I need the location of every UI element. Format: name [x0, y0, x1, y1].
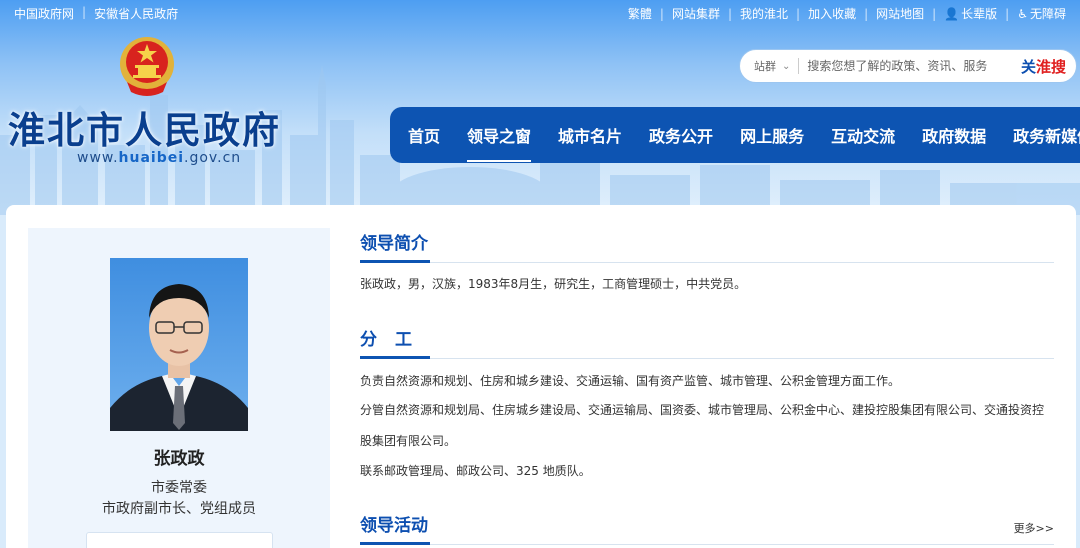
separator: | [659, 6, 664, 21]
link-add-favorite[interactable]: 加入收藏 [808, 5, 856, 22]
section-title-intro: 领导简介 [360, 229, 430, 263]
nav-item-new-media[interactable]: 政务新媒体 [1013, 123, 1080, 147]
header-banner: 中国政府网 | 安徽省人民政府 繁體 | 网站集群 | 我的淮北 | 加入收藏 … [0, 0, 1080, 215]
url-prefix: www. [77, 150, 119, 166]
url-suffix: .gov.cn [184, 150, 242, 166]
more-activities-link[interactable]: 更多>> [1014, 520, 1054, 536]
site-url: www.huaibei.gov.cn [77, 150, 241, 166]
top-links-left: 中国政府网 | 安徽省人民政府 [14, 5, 178, 22]
elder-version-link[interactable]: 👤 长辈版 [944, 5, 997, 22]
top-links-right: 繁體 | 网站集群 | 我的淮北 | 加入收藏 | 网站地图 | 👤 长辈版 | … [628, 5, 1066, 22]
brand-part1: 关 [1020, 57, 1036, 76]
content-panel: 张政政 市委常委 市政府副市长、党组成员 领导简介 张政政，男，汉族，1983年… [6, 205, 1076, 548]
leader-profile-card: 张政政 市委常委 市政府副市长、党组成员 [28, 228, 330, 548]
search-button[interactable]: 关淮搜 [1021, 56, 1066, 77]
accessibility-label: 无障碍 [1029, 7, 1066, 21]
accessibility-icon: ♿ [1017, 7, 1028, 21]
link-traditional[interactable]: 繁體 [628, 5, 652, 22]
link-site-group[interactable]: 网站集群 [672, 5, 720, 22]
search-input[interactable] [807, 59, 998, 73]
brand-part3: 搜 [1050, 57, 1066, 76]
search-scope-select[interactable]: 站群 ⌄ [754, 58, 790, 74]
nav-item-online-service[interactable]: 网上服务 [740, 123, 804, 147]
nav-item-leaders[interactable]: 领导之窗 [467, 123, 532, 162]
nav-item-city-card[interactable]: 城市名片 [558, 123, 622, 147]
separator: | [1005, 6, 1010, 21]
chevron-down-icon: ⌄ [782, 60, 791, 72]
accessibility-link[interactable]: ♿ 无障碍 [1017, 5, 1066, 22]
duty-line-3: 股集团有限公司。 [360, 434, 457, 448]
nav-item-interaction[interactable]: 互动交流 [831, 123, 895, 147]
link-anhui-gov[interactable]: 安徽省人民政府 [94, 5, 178, 22]
profile-box [86, 532, 273, 548]
duty-line-2: 分管自然资源和规划局、住房城乡建设局、交通运输局、国资委、城市管理局、公积金中心… [360, 403, 1045, 417]
section-header-duty: 分工 [360, 325, 1054, 359]
separator: | [82, 5, 87, 19]
brand-part2: 淮 [1035, 57, 1051, 76]
duty-line-1: 负责自然资源和规划、住房和城乡建设、交通运输、国有资产监管、城市管理、公积金管理… [360, 374, 901, 388]
intro-text: 张政政，男，汉族，1983年8月生，研究生，工商管理硕士，中共党员。 [360, 277, 747, 291]
url-highlight: huaibei [118, 150, 185, 166]
portrait-image [110, 284, 248, 431]
link-central-gov[interactable]: 中国政府网 [14, 5, 74, 22]
nav-item-gov-data[interactable]: 政府数据 [922, 123, 986, 147]
search-bar: 站群 ⌄ 关淮搜 [739, 49, 1077, 83]
separator: | [932, 6, 937, 21]
nav-item-home[interactable]: 首页 [408, 123, 440, 147]
separator: | [864, 6, 869, 21]
section-header-activity: 领导活动 更多>> [360, 511, 1054, 545]
leader-name: 张政政 [153, 449, 205, 469]
duty-line-4: 联系邮政管理局、邮政公司、325 地质队。 [360, 464, 591, 478]
elder-version-label: 长辈版 [961, 7, 998, 21]
leader-photo [110, 258, 248, 431]
leader-title-1: 市委常委 [151, 480, 207, 496]
elder-icon: 👤 [944, 7, 960, 21]
search-scope-label: 站群 [754, 60, 776, 73]
section-header-intro: 领导简介 [360, 229, 1054, 263]
nav-item-gov-open[interactable]: 政务公开 [649, 123, 713, 147]
leader-title-2: 市政府副市长、党组成员 [102, 501, 256, 517]
section-title-duty: 分工 [360, 325, 430, 359]
link-site-map[interactable]: 网站地图 [876, 5, 924, 22]
separator: | [796, 6, 801, 21]
main-nav: 首页 领导之窗 城市名片 政务公开 网上服务 互动交流 政府数据 政务新媒体 [390, 107, 1080, 163]
link-my-huaibei[interactable]: 我的淮北 [740, 5, 788, 22]
national-emblem-icon [120, 37, 174, 96]
site-title: 淮北市人民政府 [8, 108, 281, 152]
separator: | [727, 6, 733, 21]
section-title-activity: 领导活动 [360, 511, 430, 545]
divider [798, 58, 800, 74]
